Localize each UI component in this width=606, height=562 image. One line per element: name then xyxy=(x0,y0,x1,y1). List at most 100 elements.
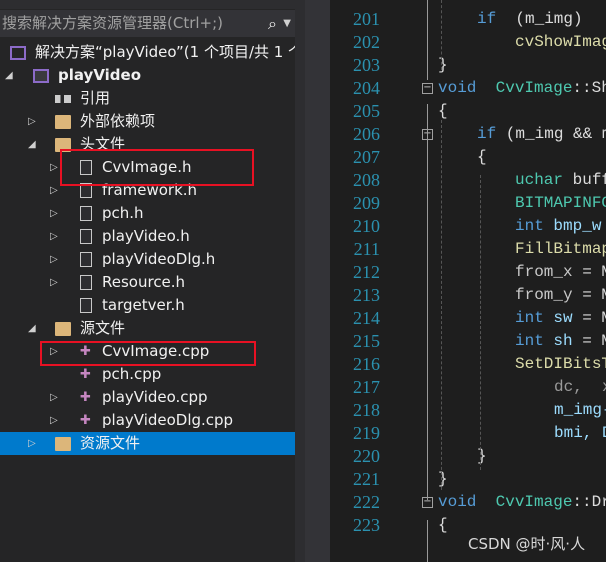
header-file-icon xyxy=(80,252,92,267)
header-file-icon xyxy=(80,298,92,313)
line-number: 208 xyxy=(353,170,380,190)
code-token: FillBitmap xyxy=(515,240,606,258)
tree-item-label: Resource.h xyxy=(102,273,186,291)
chevron-down-icon[interactable]: ▼ xyxy=(283,10,291,37)
code-line: dc, x, xyxy=(554,376,606,399)
collapsed-arrow-icon[interactable]: ▷ xyxy=(28,110,36,133)
tree-item[interactable]: ✚ pch.cpp xyxy=(0,363,295,386)
collapsed-arrow-icon[interactable]: ▷ xyxy=(50,409,58,432)
code-token: { xyxy=(477,148,487,166)
line-number: 201 xyxy=(353,9,380,29)
code-token: cvShowImag xyxy=(515,33,606,51)
cpp-file-icon: ✚ xyxy=(80,413,91,428)
line-number: 204 xyxy=(353,78,380,98)
code-token: { xyxy=(438,102,448,120)
tree-item-label: targetver.h xyxy=(102,296,185,314)
project-icon xyxy=(33,69,49,83)
code-token: = M xyxy=(582,286,606,304)
code-token: void xyxy=(438,79,477,97)
code-token: bmp_w xyxy=(543,217,602,235)
tree-solution[interactable]: 解决方案“playVideo”(1 个项目/共 1 个 xyxy=(0,41,295,64)
collapse-toggle-icon[interactable]: − xyxy=(422,83,433,94)
solution-label: 解决方案“playVideo”(1 个项目/共 1 个 xyxy=(35,43,295,61)
tree-item[interactable]: ▷ ✚ playVideo.cpp xyxy=(0,386,295,409)
code-token: CvvImage xyxy=(476,79,573,97)
code-line: from_y = M xyxy=(515,284,606,307)
collapsed-arrow-icon[interactable]: ▷ xyxy=(50,225,58,248)
line-number: 214 xyxy=(353,308,380,328)
tree-item[interactable]: targetver.h xyxy=(0,294,295,317)
code-line: void CvvImage::Dr xyxy=(438,491,606,514)
code-line: { xyxy=(438,100,448,123)
line-number: 209 xyxy=(353,193,380,213)
outline-line xyxy=(427,104,428,500)
collapsed-arrow-icon[interactable]: ▷ xyxy=(28,432,36,455)
collapsed-arrow-icon[interactable]: ▷ xyxy=(50,179,58,202)
code-token: dc, x, xyxy=(554,378,606,396)
solution-icon xyxy=(10,46,26,60)
code-token: m_img- xyxy=(554,401,606,419)
code-token: BITMAPINFO xyxy=(515,194,606,212)
expanded-arrow-icon[interactable]: ◢ xyxy=(28,317,36,340)
code-token: SetDIBitsT xyxy=(515,355,606,373)
expanded-arrow-icon[interactable]: ◢ xyxy=(5,64,13,87)
highlight-box xyxy=(40,341,256,366)
line-number: 203 xyxy=(353,55,380,75)
collapsed-arrow-icon[interactable]: ▷ xyxy=(50,248,58,271)
code-token: bmi, D xyxy=(554,424,606,442)
line-number: 210 xyxy=(353,216,380,236)
tree-item[interactable]: ▷ playVideo.h xyxy=(0,225,295,248)
solution-explorer-toolbar xyxy=(0,0,295,9)
collapsed-arrow-icon[interactable]: ▷ xyxy=(50,202,58,225)
scrollbar[interactable] xyxy=(295,0,305,562)
collapsed-arrow-icon[interactable]: ▷ xyxy=(50,271,58,294)
collapsed-arrow-icon[interactable]: ▷ xyxy=(50,386,58,409)
line-number: 206 xyxy=(353,124,380,144)
tree-item[interactable]: ◢ 源文件 xyxy=(0,317,295,340)
code-token: { xyxy=(438,516,448,534)
line-number: 215 xyxy=(353,331,380,351)
tree-item-label: 外部依赖项 xyxy=(80,112,156,130)
code-token: } xyxy=(438,56,448,74)
tree-item[interactable]: 引用 xyxy=(0,87,295,110)
line-number: 219 xyxy=(353,423,380,443)
code-token: sh xyxy=(543,332,573,350)
code-token: if xyxy=(477,10,497,28)
tree-item-label: 引用 xyxy=(80,89,111,107)
tree-item[interactable]: ▷ 资源文件 xyxy=(0,432,295,455)
code-line: } xyxy=(477,445,487,468)
code-line: uchar buff xyxy=(515,169,606,192)
search-icon[interactable]: ⌕ xyxy=(268,10,277,37)
tree-item[interactable]: ▷ 外部依赖项 xyxy=(0,110,295,133)
code-line: { xyxy=(477,146,487,169)
watermark: CSDN @时·风·人 xyxy=(468,535,586,553)
code-token: CvvImage xyxy=(476,493,573,511)
code-line: FillBitmap xyxy=(515,238,606,261)
line-number: 220 xyxy=(353,446,380,466)
line-number: 213 xyxy=(353,285,380,305)
code-line: int sh = M xyxy=(515,330,606,353)
tree-item[interactable]: ▷ ✚ playVideoDlg.cpp xyxy=(0,409,295,432)
code-line: int sw = M xyxy=(515,307,606,330)
line-number: 212 xyxy=(353,262,380,282)
solution-explorer: 搜索解决方案资源管理器(Ctrl+;) ⌕ ▼ 解决方案“playVideo”(… xyxy=(0,0,295,562)
code-token: = M xyxy=(582,263,606,281)
code-token: } xyxy=(438,470,448,488)
line-number: 216 xyxy=(353,354,380,374)
tree-item[interactable]: ▷ Resource.h xyxy=(0,271,295,294)
code-line: } xyxy=(438,468,448,491)
collapsed-arrow-icon[interactable]: ▷ xyxy=(50,156,58,179)
code-token: (m_img && m xyxy=(496,125,606,143)
folder-open-icon xyxy=(55,322,71,336)
code-editor[interactable]: 201 if (m_img) 202 cvShowImag 203} 204 void Cv… xyxy=(330,0,606,562)
tree-project[interactable]: ◢ playVideo xyxy=(0,64,295,87)
search-input[interactable]: 搜索解决方案资源管理器(Ctrl+;) ⌕ ▼ xyxy=(0,10,295,37)
tree-item[interactable]: ▷ pch.h xyxy=(0,202,295,225)
line-number: 218 xyxy=(353,400,380,420)
line-number: 207 xyxy=(353,147,380,167)
project-label: playVideo xyxy=(58,66,142,84)
line-number: 221 xyxy=(353,469,380,489)
expanded-arrow-icon[interactable]: ◢ xyxy=(28,133,36,156)
tree-item[interactable]: ▷ playVideoDlg.h xyxy=(0,248,295,271)
code-line: bmi, D xyxy=(554,422,606,445)
